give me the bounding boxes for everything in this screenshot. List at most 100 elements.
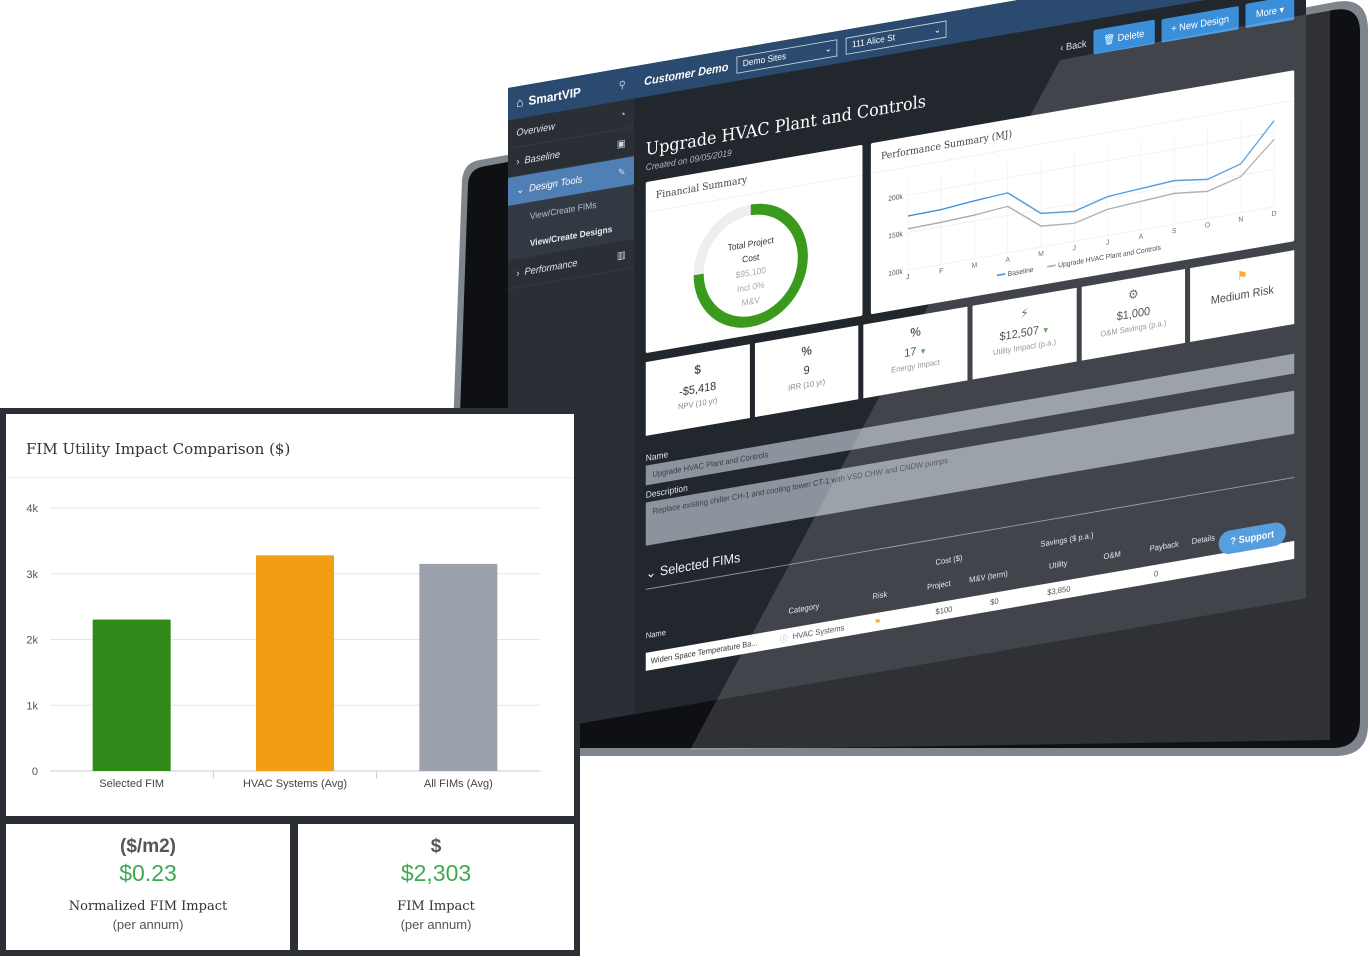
bar <box>92 619 171 771</box>
info-icon[interactable]: ⓘ <box>780 631 788 644</box>
cost-group-header: Cost ($) <box>935 553 963 567</box>
selected-fims-label: Selected FIMs <box>659 550 741 580</box>
trash-icon: 🗑 <box>1103 33 1116 47</box>
more-button[interactable]: More ▾ <box>1245 0 1295 29</box>
chevron-right-icon: › <box>516 155 520 168</box>
chart-card: FIM Utility Impact Comparison ($) 0 1k 2k 3… <box>6 414 574 816</box>
back-label: Back <box>1065 38 1087 53</box>
stat-sub: (per annum) <box>400 917 472 932</box>
address-select-value: 111 Alice St <box>851 32 896 50</box>
col-header: Utility <box>1048 558 1068 571</box>
kpi-irr: % 9 IRR (10 yr) <box>754 325 859 418</box>
y-tick-label: 150k <box>888 231 903 241</box>
x-tick-label: N <box>1238 216 1243 224</box>
y-tick-label: 0 <box>32 766 38 778</box>
cost-gauge: Total Project Cost $95,100 Incl 0% M&V <box>688 187 814 344</box>
stat-label: Normalized FIM Impact <box>68 899 228 914</box>
caret-down-icon: ▼ <box>919 345 927 357</box>
stat-unit: ($/m2) <box>120 836 176 857</box>
y-tick-label: 4k <box>26 503 38 515</box>
col-header: M&V (term) <box>969 568 1008 585</box>
x-tick-label: HVAC Systems (Avg) <box>243 778 347 790</box>
x-tick-label: Selected FIM <box>99 778 164 790</box>
kpi-value: 17 <box>904 344 917 360</box>
legend-swatch <box>996 273 1006 277</box>
bar <box>256 555 334 771</box>
col-header: Name <box>645 627 666 641</box>
caret-down-icon: ▼ <box>1041 324 1050 336</box>
savings-group-header: Savings ($ p.a.) <box>1040 530 1094 549</box>
dashboard-icon: ◔ <box>620 108 626 121</box>
financial-summary-card: Financial Summary Total Project Cost $95… <box>645 144 863 354</box>
pencil-icon: ✎ <box>617 166 626 179</box>
chevron-down-icon: ⌄ <box>824 43 832 55</box>
sidebar-item-label: View/Create FIMs <box>529 200 597 222</box>
sidebar-item-label: Design Tools <box>529 173 583 194</box>
delete-label: Delete <box>1117 28 1145 44</box>
x-tick-label: M <box>972 262 978 270</box>
x-tick-label: J <box>906 274 909 282</box>
building-icon: ▥ <box>616 249 626 262</box>
more-label: More <box>1255 5 1277 21</box>
col-header: Category <box>788 601 820 616</box>
x-tick-label: All FIMs (Avg) <box>424 778 493 790</box>
delete-button[interactable]: 🗑 Delete <box>1093 19 1155 55</box>
bar <box>419 563 498 771</box>
kpi-npv: $ -$5,418 NPV (10 yr) <box>645 344 750 436</box>
legend-label: Baseline <box>1008 267 1034 279</box>
fim-impact-card: $ $2,303 FIM Impact (per annum) <box>298 824 574 950</box>
home-icon: ⌂ <box>516 94 524 110</box>
x-tick-label: O <box>1205 222 1211 230</box>
x-tick-label: A <box>1139 233 1144 241</box>
smartvip-app: ⌂ SmartVIP ⚲ Overview ◔ › Baseline ▣ ⌄ D… <box>508 0 1306 736</box>
kpi-energy-impact: % 17 ▼ Energy Impact <box>863 306 968 399</box>
x-tick-label: F <box>939 268 943 276</box>
new-design-label: New Design <box>1179 13 1230 33</box>
dollar-icon: $ <box>430 836 442 857</box>
legend-swatch <box>1047 264 1056 268</box>
plus-icon: + <box>1171 22 1177 35</box>
fim-category: HVAC Systems <box>792 623 845 641</box>
flag-icon: ⚑ <box>874 616 882 627</box>
col-header: Payback <box>1149 539 1179 554</box>
caret-down-icon: ▾ <box>1279 4 1285 17</box>
fim-utility: $3,850 <box>1047 584 1071 598</box>
y-tick-label: 1k <box>26 700 38 712</box>
fim-payback: 0 <box>1153 568 1159 579</box>
sidebar-item-label: Overview <box>516 120 555 139</box>
fim-mv-cost: $0 <box>990 596 999 607</box>
x-tick-label: S <box>1172 228 1177 236</box>
y-tick-label: 200k <box>888 193 903 203</box>
customer-name: Customer Demo <box>644 59 729 88</box>
pin-icon[interactable]: ⚲ <box>619 78 626 91</box>
normalized-impact-card: ($/m2) $0.23 Normalized FIM Impact (per … <box>6 824 290 950</box>
x-tick-label: J <box>1073 245 1076 253</box>
x-tick-label: D <box>1272 210 1277 218</box>
stat-label: FIM Impact <box>397 899 475 914</box>
cube-icon: ▣ <box>616 137 626 151</box>
col-header: Risk <box>872 589 888 602</box>
site-select-value: Demo Sites <box>742 51 787 69</box>
sidebar-item-label: Baseline <box>524 148 560 166</box>
support-label: Support <box>1238 529 1275 546</box>
sidebar-item-label: Performance <box>524 257 578 278</box>
gridline <box>907 168 1275 234</box>
col-header: O&M <box>1103 549 1121 562</box>
fim-impact-panel: FIM Utility Impact Comparison ($) 0 1k 2k 3… <box>0 408 580 956</box>
x-tick-label: A <box>1005 256 1010 264</box>
y-tick-label: 100k <box>888 268 903 278</box>
kpi-utility-impact: ⚡ $12,507 ▼ Utility Impact (p.a.) <box>972 287 1077 380</box>
bar-chart: 0 1k 2k 3k 4k Selected FIM HVAC Systems (Avg) A… <box>26 503 540 790</box>
x-tick-label: M <box>1038 250 1044 258</box>
fim-project-cost: $100 <box>935 604 953 617</box>
monitor-screen: ⌂ SmartVIP ⚲ Overview ◔ › Baseline ▣ ⌄ D… <box>508 0 1306 736</box>
kpi-risk: ⚑ Medium Risk <box>1190 250 1295 342</box>
help-icon: ? <box>1230 535 1237 548</box>
x-tick-label: J <box>1106 239 1109 247</box>
brand-label: SmartVIP <box>528 84 581 108</box>
new-design-button[interactable]: + New Design <box>1161 5 1240 43</box>
fim-name: Widen Space Temperature Ba... <box>650 637 758 666</box>
chevron-down-icon: ⌄ <box>933 24 941 36</box>
back-button[interactable]: ‹ Back <box>1060 38 1086 53</box>
marketing-composite: ⌂ SmartVIP ⚲ Overview ◔ › Baseline ▣ ⌄ D… <box>0 0 1370 956</box>
